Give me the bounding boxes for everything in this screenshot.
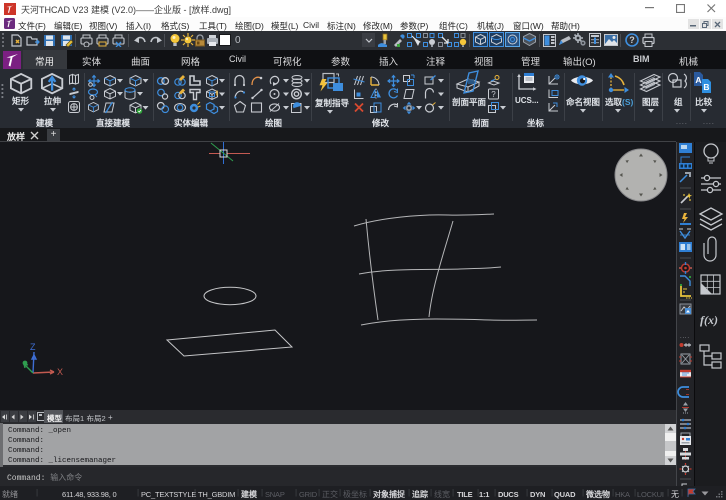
svg-text:....: .... [680, 334, 690, 340]
svg-text:A: A [695, 75, 701, 85]
svg-text:?: ? [491, 90, 496, 99]
svg-text:图层: 图层 [642, 97, 660, 107]
svg-text:f(x): f(x) [700, 313, 718, 327]
svg-text:选取(S): 选取(S) [605, 97, 634, 107]
svg-text:Z: Z [30, 342, 36, 352]
svg-text:?: ? [629, 35, 635, 45]
svg-text:拉伸: 拉伸 [44, 96, 62, 106]
svg-text:矩形: 矩形 [11, 96, 30, 106]
svg-text:组: 组 [674, 97, 683, 107]
svg-text:命名视图: 命名视图 [565, 97, 600, 107]
svg-text:比较: 比较 [695, 97, 713, 107]
svg-text:UCS...: UCS... [515, 96, 539, 105]
svg-text:X: X [57, 367, 63, 377]
svg-text:B: B [703, 82, 709, 92]
svg-text:剖面平面: 剖面平面 [452, 97, 487, 107]
svg-text:复制指导: 复制指导 [314, 98, 350, 108]
